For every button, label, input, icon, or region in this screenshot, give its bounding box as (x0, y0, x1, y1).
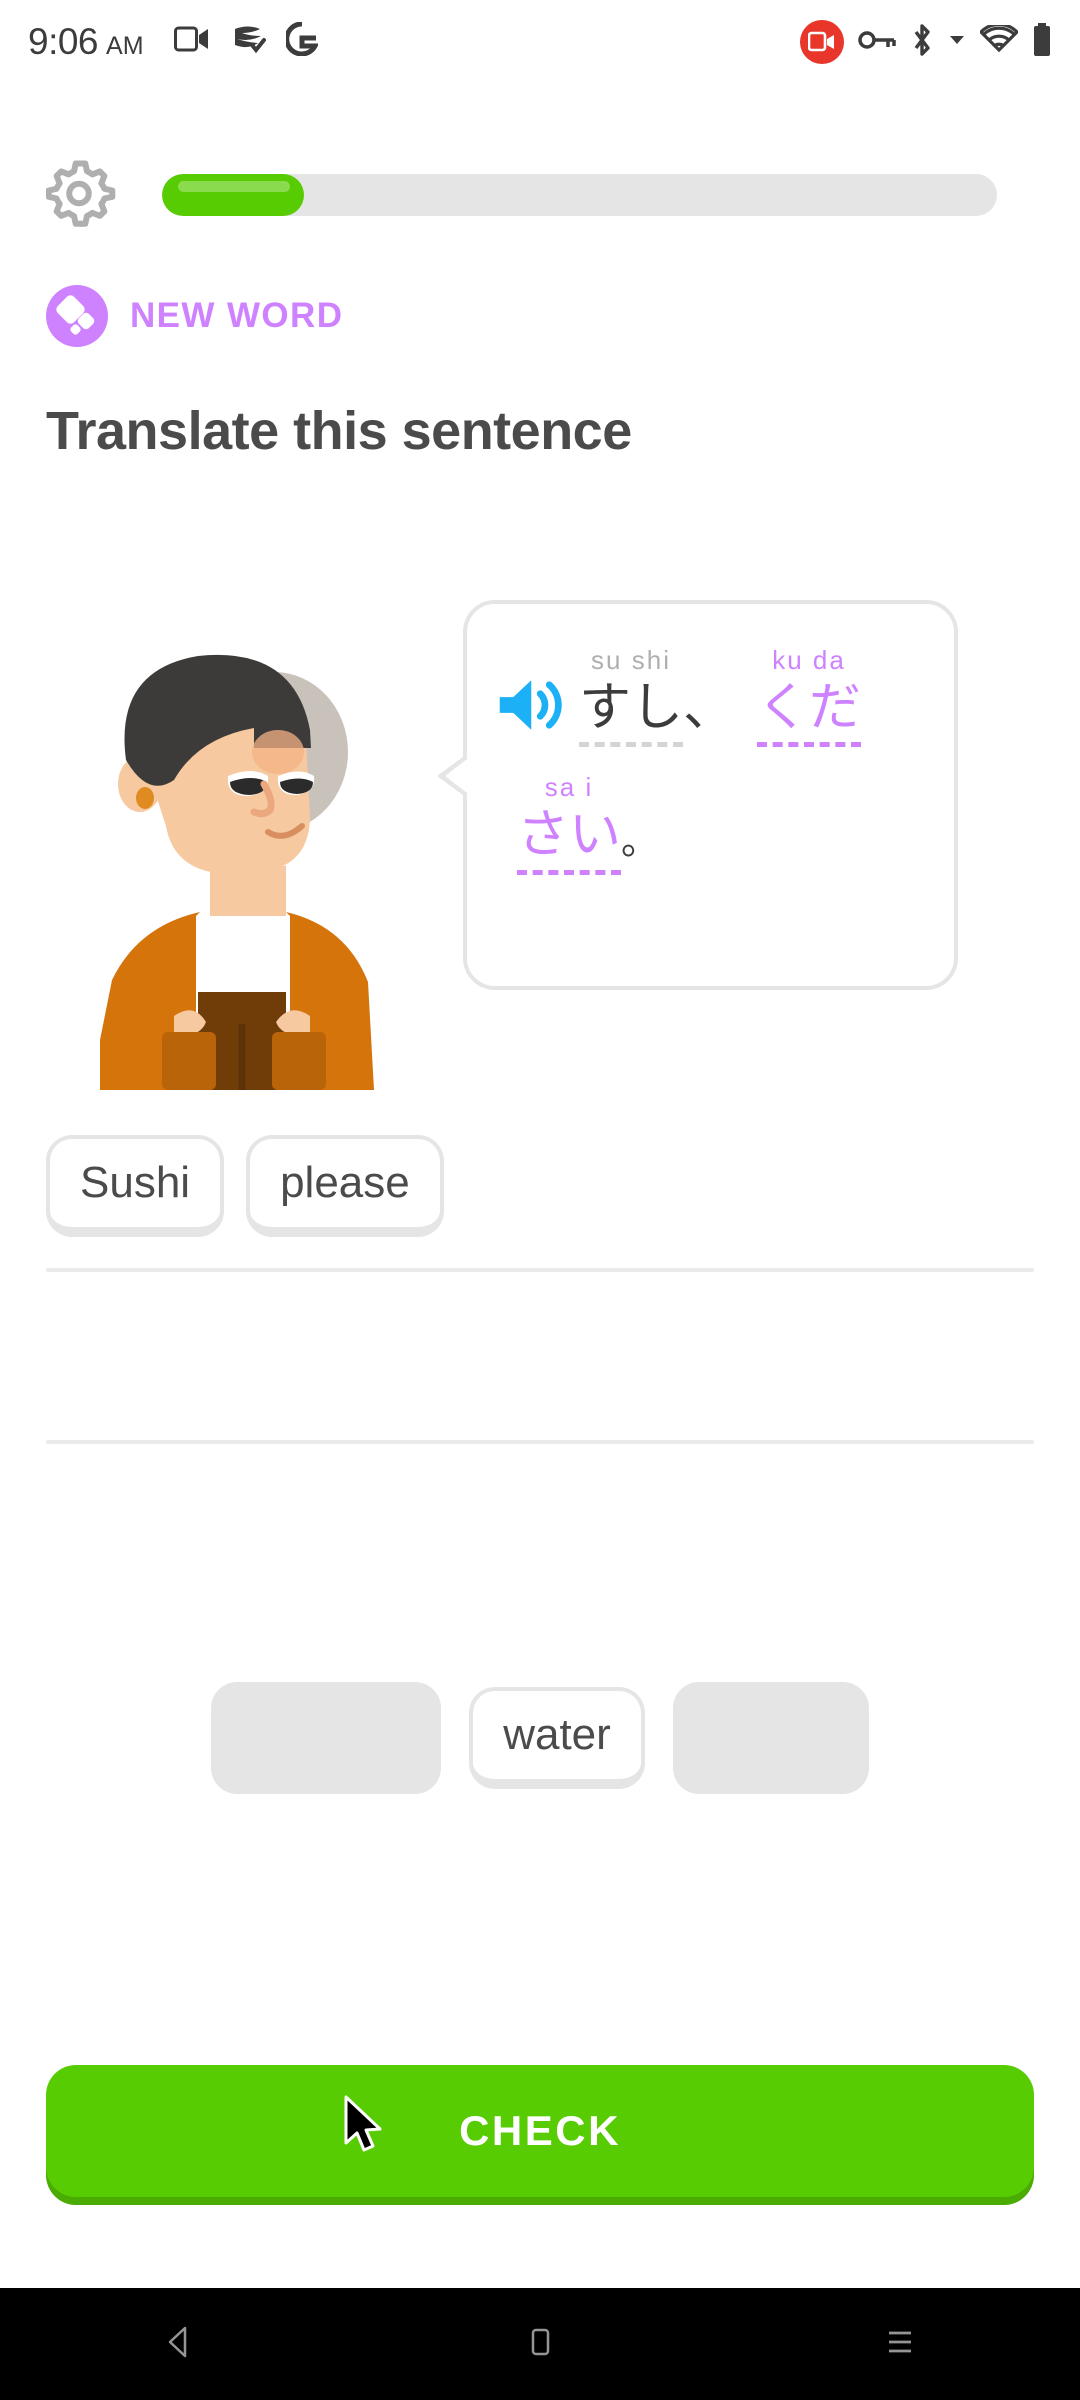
new-word-badge: NEW WORD (46, 285, 343, 347)
answer-tile[interactable]: Sushi (46, 1135, 225, 1237)
screen-record-active-icon (800, 20, 844, 64)
mouse-pointer-icon (342, 2095, 388, 2157)
recents-menu-icon[interactable] (878, 2320, 922, 2369)
google-icon (283, 21, 319, 61)
vpn-key-icon (858, 28, 896, 57)
duolingo-icon (230, 23, 266, 60)
home-square-icon[interactable] (518, 2320, 562, 2369)
status-bar: 9:06 AM (0, 0, 1080, 84)
ruby-word-sushi[interactable]: su shi すし (579, 645, 684, 748)
furigana-sai: sa i (544, 772, 594, 803)
progress-shine (178, 181, 290, 192)
lesson-progress-bar (162, 174, 997, 216)
lesson-progress-fill (162, 174, 304, 216)
check-button[interactable]: CHECK (46, 2065, 1034, 2197)
gear-icon[interactable] (45, 159, 118, 231)
battery-icon (1032, 22, 1052, 62)
ruby-word-kuda[interactable]: ku da くだ (757, 645, 862, 748)
answer-row-1[interactable]: Sushi please (0, 1100, 1080, 1272)
status-bar-left: 9:06 AM (28, 21, 319, 63)
status-bar-notification-icons (173, 21, 319, 61)
duolingo-lesson-screen: 9:06 AM NEW WORD Translate this sentence… (0, 0, 1080, 2400)
kana-sai: さい (517, 806, 622, 875)
status-bar-right-icons (800, 20, 1052, 64)
ruby-word-sai[interactable]: sa i さい (517, 772, 622, 875)
wifi-icon (978, 22, 1020, 60)
word-bank-tile-water[interactable]: water (469, 1687, 645, 1789)
word-bank-used-slot (211, 1682, 442, 1794)
bluetooth-icon (910, 23, 934, 62)
android-nav-bar (0, 2288, 1080, 2400)
answer-tile[interactable]: please (246, 1135, 444, 1237)
answer-line-rule (46, 1440, 1034, 1444)
status-bar-clock: 9:06 (28, 21, 99, 62)
screen-record-icon (173, 24, 210, 59)
prompt-line-2: sa i さい 。 (493, 772, 928, 875)
lesson-header (0, 150, 1080, 240)
status-bar-ampm: AM (106, 32, 144, 60)
word-bank-used-slot (672, 1682, 869, 1794)
new-word-label: NEW WORD (130, 296, 344, 335)
furigana-sushi: su shi (591, 645, 671, 675)
punctuation-comma: 、 (683, 678, 736, 737)
new-word-diamond-icon (46, 285, 108, 347)
page-title: Translate this sentence (46, 401, 632, 461)
prompt-line-1: su shi すし 、 ku da くだ (493, 645, 928, 748)
kana-sushi: すし (579, 679, 684, 748)
answer-row-2[interactable] (0, 1272, 1080, 1444)
word-bank: water (0, 1682, 1080, 1794)
chevron-down-icon (948, 33, 966, 52)
kana-kuda: くだ (757, 679, 862, 748)
punctuation-maru: 。 (621, 820, 660, 863)
vikram-character (78, 620, 388, 1090)
speech-bubble: su shi すし 、 ku da くだ sa i さい 。 (437, 600, 958, 990)
furigana-kuda: ku da (772, 645, 846, 675)
prompt-area: su shi すし 、 ku da くだ sa i さい 。 (0, 600, 1080, 1100)
speech-bubble-content: su shi すし 、 ku da くだ sa i さい 。 (467, 604, 954, 986)
check-button-container: CHECK (46, 2065, 1034, 2197)
back-triangle-icon[interactable] (158, 2320, 202, 2369)
answer-area: Sushi please (0, 1100, 1080, 1444)
speaker-icon[interactable] (493, 669, 565, 741)
